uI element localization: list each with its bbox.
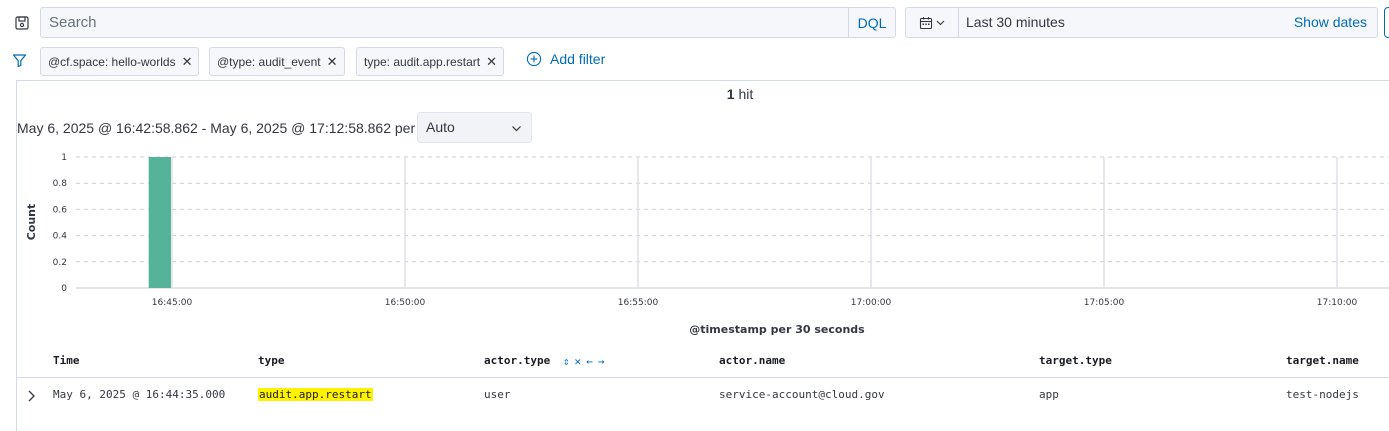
y-tick-label: 0 <box>61 284 67 294</box>
filter-icon <box>12 54 27 68</box>
x-axis-title: @timestamp per 30 seconds <box>689 323 865 336</box>
column-header-target-type[interactable]: target.type <box>1039 354 1112 367</box>
search-highlight: audit.app.restart <box>258 388 373 401</box>
filter-pill[interactable]: @type: audit_event ✕ <box>209 47 345 76</box>
table-divider <box>17 377 1389 378</box>
search-bar: DQL <box>40 7 896 38</box>
filter-pill-label: type: audit.app.restart <box>364 54 481 69</box>
calendar-icon <box>919 16 933 29</box>
filter-pill-label: @type: audit_event <box>217 54 321 69</box>
x-tick-label: 16:45:00 <box>152 298 193 308</box>
add-filter-label: Add filter <box>550 51 606 67</box>
x-tick-label: 17:05:00 <box>1084 298 1125 308</box>
filter-pill[interactable]: @cf.space: hello-worlds ✕ <box>40 47 200 76</box>
save-query-button[interactable] <box>7 8 37 38</box>
remove-column-icon[interactable]: ✕ <box>574 355 581 368</box>
chart-bars <box>148 157 171 288</box>
hit-count-value: 1 <box>726 86 735 102</box>
filter-pill-label: @cf.space: hello-worlds <box>48 54 176 69</box>
close-icon[interactable]: ✕ <box>486 54 497 70</box>
cell-actor-type: user <box>484 388 511 401</box>
histogram-range: May 6, 2025 @ 16:42:58.862 - May 6, 2025… <box>17 120 416 136</box>
cell-target-type: app <box>1039 388 1059 401</box>
y-tick-label: 0.8 <box>53 179 68 189</box>
move-left-icon[interactable]: ← <box>586 355 593 368</box>
cell-time: May 6, 2025 @ 16:44:35.000 <box>53 388 226 401</box>
hit-count-label: hit <box>738 86 754 102</box>
column-header-time[interactable]: Time <box>53 354 80 367</box>
y-tick-label: 0.6 <box>53 205 68 215</box>
search-input[interactable] <box>41 8 857 37</box>
filter-pill[interactable]: type: audit.app.restart ✕ <box>356 47 504 76</box>
y-axis: 0 0.2 0.4 0.6 0.8 1 <box>53 153 68 294</box>
cell-target-name: test-nodejs <box>1286 388 1359 401</box>
time-range-label[interactable]: Last 30 minutes <box>966 8 1065 37</box>
chevron-right-icon <box>28 390 35 402</box>
close-icon[interactable]: ✕ <box>182 54 193 70</box>
x-axis: 16:45:00 16:50:00 16:55:00 17:00:00 17:05:00… <box>152 298 1358 308</box>
column-header-target-name[interactable]: target.name <box>1286 354 1359 367</box>
column-header-label: actor.type <box>484 354 551 367</box>
update-button[interactable] <box>1384 7 1389 38</box>
y-tick-label: 0.2 <box>53 258 67 268</box>
sort-icon[interactable]: ⇕ <box>563 355 570 368</box>
close-icon[interactable]: ✕ <box>327 54 338 70</box>
cell-type: audit.app.restart <box>258 388 373 401</box>
expand-row-button[interactable] <box>26 389 38 408</box>
plus-in-circle-icon <box>526 51 542 67</box>
x-tick-label: 16:55:00 <box>618 298 659 308</box>
interval-select[interactable]: Auto <box>417 112 532 143</box>
chevron-down-icon <box>936 20 945 26</box>
filter-menu-button[interactable] <box>12 53 27 73</box>
y-tick-label: 0.4 <box>53 232 68 242</box>
y-tick-label: 1 <box>61 153 67 163</box>
move-right-icon[interactable]: → <box>598 355 605 368</box>
x-tick-label: 16:50:00 <box>385 298 426 308</box>
x-tick-label: 17:00:00 <box>851 298 892 308</box>
histogram-chart: 00.20.40.60.81 16:45:00 16:50:00 16:55:00 1… <box>25 153 1389 336</box>
save-icon <box>15 16 29 30</box>
histogram-bar[interactable] <box>148 157 171 288</box>
interval-value: Auto <box>426 119 455 135</box>
query-language-toggle[interactable]: DQL <box>848 8 895 37</box>
chart-grid <box>76 156 1389 289</box>
column-header-actor-type[interactable]: actor.type ⇕ ✕ ← → <box>484 354 604 368</box>
column-header-type[interactable]: type <box>258 354 285 367</box>
x-tick-label: 17:10:00 <box>1317 298 1358 308</box>
chevron-down-icon <box>512 126 521 132</box>
quick-select-button[interactable] <box>906 8 959 37</box>
show-dates-button[interactable]: Show dates <box>1294 8 1367 37</box>
y-axis-title: Count <box>25 204 38 241</box>
add-filter-button[interactable]: Add filter <box>526 51 605 67</box>
column-header-actor-name[interactable]: actor.name <box>719 354 785 367</box>
hit-count: 1 hit <box>0 86 1389 102</box>
date-picker: Last 30 minutes Show dates <box>905 7 1378 38</box>
cell-actor-name: service-account@cloud.gov <box>719 388 885 401</box>
